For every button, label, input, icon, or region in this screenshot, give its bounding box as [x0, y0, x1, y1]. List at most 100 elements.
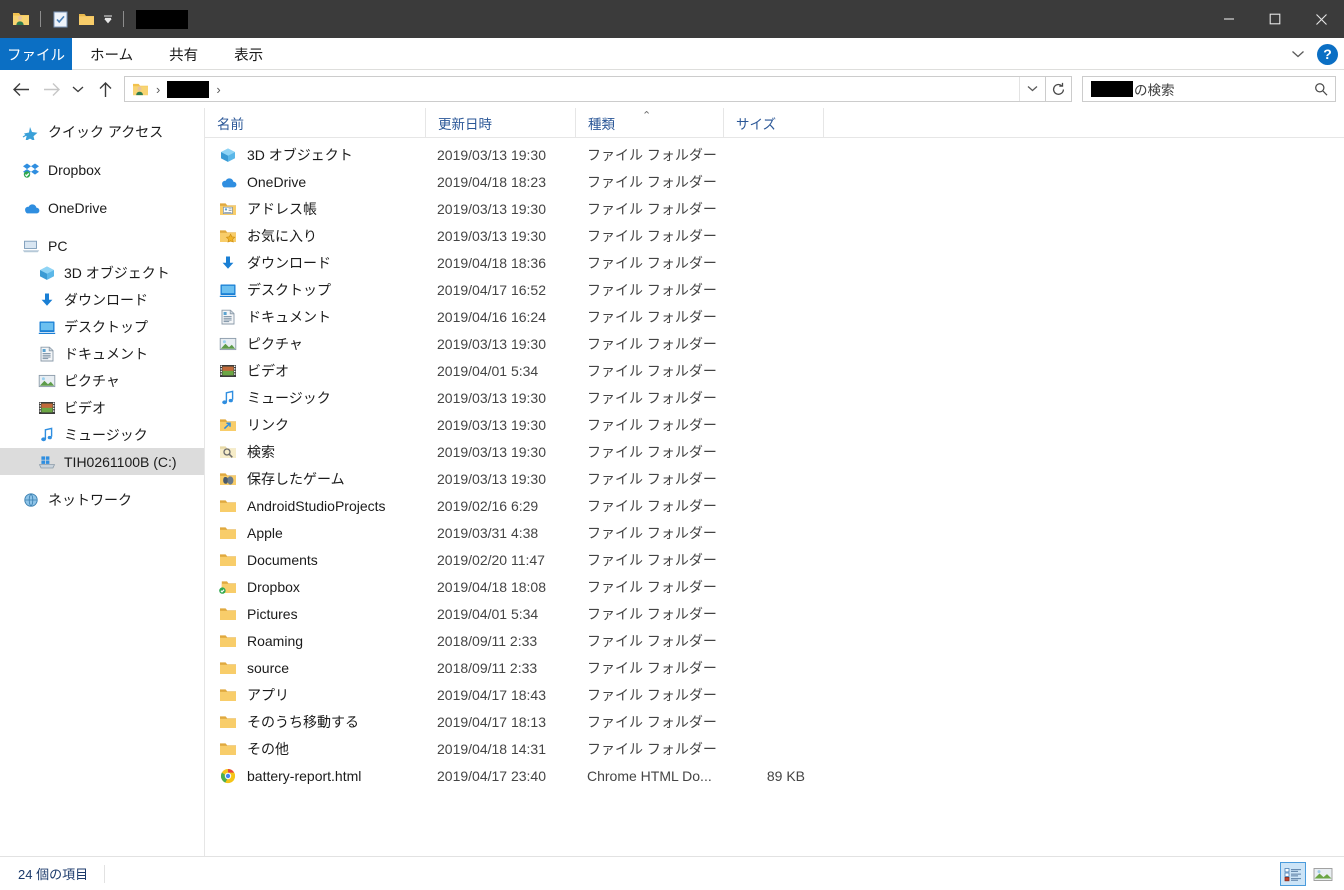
table-row[interactable]: デスクトップ 2019/04/17 16:52 ファイル フォルダー	[205, 276, 1344, 303]
sidebar-item-8[interactable]: ピクチャ	[0, 367, 204, 394]
file-name-cell[interactable]: ダウンロード	[205, 253, 425, 273]
table-row[interactable]: ドキュメント 2019/04/16 16:24 ファイル フォルダー	[205, 303, 1344, 330]
column-header-size[interactable]: サイズ	[723, 108, 823, 137]
file-name-cell[interactable]: OneDrive	[205, 172, 425, 192]
file-name-cell[interactable]: ミュージック	[205, 388, 425, 408]
sidebar-item-2[interactable]: OneDrive	[0, 194, 204, 221]
user-folder-icon[interactable]	[8, 6, 34, 32]
file-name-cell[interactable]: source	[205, 658, 425, 678]
sidebar-item-11[interactable]: TIH0261100B (C:)	[0, 448, 204, 475]
chevron-down-icon[interactable]	[1287, 43, 1309, 65]
file-name-cell[interactable]: デスクトップ	[205, 280, 425, 300]
file-name-cell[interactable]: ピクチャ	[205, 334, 425, 354]
folder-icon	[217, 739, 239, 759]
new-folder-icon[interactable]	[73, 6, 99, 32]
file-name-cell[interactable]: その他	[205, 739, 425, 759]
table-row[interactable]: Documents 2019/02/20 11:47 ファイル フォルダー	[205, 546, 1344, 573]
sidebar-item-6[interactable]: デスクトップ	[0, 313, 204, 340]
folder-icon	[217, 658, 239, 678]
tab-share[interactable]: 共有	[151, 38, 216, 70]
tab-file[interactable]: ファイル	[0, 38, 72, 70]
file-name-cell[interactable]: Documents	[205, 550, 425, 570]
file-name-cell[interactable]: battery-report.html	[205, 766, 425, 786]
table-row[interactable]: アドレス帳 2019/03/13 19:30 ファイル フォルダー	[205, 195, 1344, 222]
table-row[interactable]: リンク 2019/03/13 19:30 ファイル フォルダー	[205, 411, 1344, 438]
breadcrumb-separator-1[interactable]: ›	[151, 82, 165, 97]
table-row[interactable]: AndroidStudioProjects 2019/02/16 6:29 ファイル…	[205, 492, 1344, 519]
tab-home[interactable]: ホーム	[72, 38, 151, 70]
sidebar-item-5[interactable]: ダウンロード	[0, 286, 204, 313]
table-row[interactable]: アプリ 2019/04/17 18:43 ファイル フォルダー	[205, 681, 1344, 708]
table-row[interactable]: Pictures 2019/04/01 5:34 ファイル フォルダー	[205, 600, 1344, 627]
view-details-button[interactable]	[1280, 862, 1306, 886]
breadcrumb[interactable]: › ›	[124, 76, 1046, 102]
file-name-cell[interactable]: Pictures	[205, 604, 425, 624]
search-icon[interactable]	[1311, 82, 1331, 96]
file-name-cell[interactable]: Dropbox	[205, 577, 425, 597]
sidebar-item-1[interactable]: Dropbox	[0, 156, 204, 183]
table-row[interactable]: source 2018/09/11 2:33 ファイル フォルダー	[205, 654, 1344, 681]
favorites-folder-icon	[217, 226, 239, 246]
tab-view[interactable]: 表示	[216, 38, 281, 70]
table-row[interactable]: Roaming 2018/09/11 2:33 ファイル フォルダー	[205, 627, 1344, 654]
search-input[interactable]: の検索	[1082, 76, 1336, 102]
sidebar-item-3[interactable]: PC	[0, 232, 204, 259]
file-name-cell[interactable]: 3D オブジェクト	[205, 145, 425, 165]
sidebar-item-10[interactable]: ミュージック	[0, 421, 204, 448]
file-name-cell[interactable]: Apple	[205, 523, 425, 543]
table-row[interactable]: OneDrive 2019/04/18 18:23 ファイル フォルダー	[205, 168, 1344, 195]
table-row[interactable]: 保存したゲーム 2019/03/13 19:30 ファイル フォルダー	[205, 465, 1344, 492]
sidebar-item-0[interactable]: クイック アクセス	[0, 118, 204, 145]
table-row[interactable]: 検索 2019/03/13 19:30 ファイル フォルダー	[205, 438, 1344, 465]
refresh-icon[interactable]	[1046, 76, 1072, 102]
file-name-cell[interactable]: そのうち移動する	[205, 712, 425, 732]
maximize-button[interactable]	[1252, 0, 1298, 38]
column-header-type[interactable]: 種類 ⌃	[575, 108, 723, 137]
table-row[interactable]: ピクチャ 2019/03/13 19:30 ファイル フォルダー	[205, 330, 1344, 357]
table-row[interactable]: そのうち移動する 2019/04/17 18:13 ファイル フォルダー	[205, 708, 1344, 735]
recent-locations-dropdown[interactable]	[66, 74, 90, 104]
column-header-name[interactable]: 名前	[205, 108, 425, 137]
file-name-cell[interactable]: AndroidStudioProjects	[205, 496, 425, 516]
minimize-button[interactable]	[1206, 0, 1252, 38]
up-button[interactable]	[90, 74, 120, 104]
column-header-date[interactable]: 更新日時	[425, 108, 575, 137]
close-button[interactable]	[1298, 0, 1344, 38]
table-row[interactable]: ビデオ 2019/04/01 5:34 ファイル フォルダー	[205, 357, 1344, 384]
file-name-cell[interactable]: アドレス帳	[205, 199, 425, 219]
sidebar-item-4[interactable]: 3D オブジェクト	[0, 259, 204, 286]
properties-icon[interactable]	[47, 6, 73, 32]
breadcrumb-separator-2[interactable]: ›	[211, 82, 225, 97]
table-row[interactable]: その他 2019/04/18 14:31 ファイル フォルダー	[205, 735, 1344, 762]
sidebar-item-12[interactable]: ネットワーク	[0, 486, 204, 513]
table-row[interactable]: 3D オブジェクト 2019/03/13 19:30 ファイル フォルダー	[205, 141, 1344, 168]
column-header-type-label: 種類	[588, 116, 615, 132]
file-name-cell[interactable]: リンク	[205, 415, 425, 435]
sidebar-item-7[interactable]: ドキュメント	[0, 340, 204, 367]
file-list[interactable]: 3D オブジェクト 2019/03/13 19:30 ファイル フォルダー OneDr…	[205, 138, 1344, 856]
file-name-cell[interactable]: Roaming	[205, 631, 425, 651]
table-row[interactable]: battery-report.html 2019/04/17 23:40 Chrom…	[205, 762, 1344, 789]
breadcrumb-segment-redacted[interactable]	[167, 80, 210, 98]
customize-qat-dropdown[interactable]	[99, 6, 117, 32]
help-button[interactable]: ?	[1317, 43, 1338, 65]
table-row[interactable]: お気に入り 2019/03/13 19:30 ファイル フォルダー	[205, 222, 1344, 249]
table-row[interactable]: ダウンロード 2019/04/18 18:36 ファイル フォルダー	[205, 249, 1344, 276]
address-dropdown-icon[interactable]	[1019, 77, 1045, 101]
breadcrumb-path[interactable]: › ›	[125, 80, 1019, 98]
sidebar-item-9[interactable]: ビデオ	[0, 394, 204, 421]
back-button[interactable]	[6, 74, 36, 104]
file-name-cell[interactable]: お気に入り	[205, 226, 425, 246]
table-row[interactable]: Apple 2019/03/31 4:38 ファイル フォルダー	[205, 519, 1344, 546]
user-folder-icon[interactable]	[131, 80, 149, 98]
file-name-cell[interactable]: ビデオ	[205, 361, 425, 381]
file-name-cell[interactable]: ドキュメント	[205, 307, 425, 327]
file-name-cell[interactable]: 検索	[205, 442, 425, 462]
ribbon-tab-bar: ファイル ホーム 共有 表示 ?	[0, 38, 1344, 70]
file-name-cell[interactable]: アプリ	[205, 685, 425, 705]
table-row[interactable]: Dropbox 2019/04/18 18:08 ファイル フォルダー	[205, 573, 1344, 600]
view-large-icons-button[interactable]	[1310, 862, 1336, 886]
file-name-cell[interactable]: 保存したゲーム	[205, 469, 425, 489]
table-row[interactable]: ミュージック 2019/03/13 19:30 ファイル フォルダー	[205, 384, 1344, 411]
